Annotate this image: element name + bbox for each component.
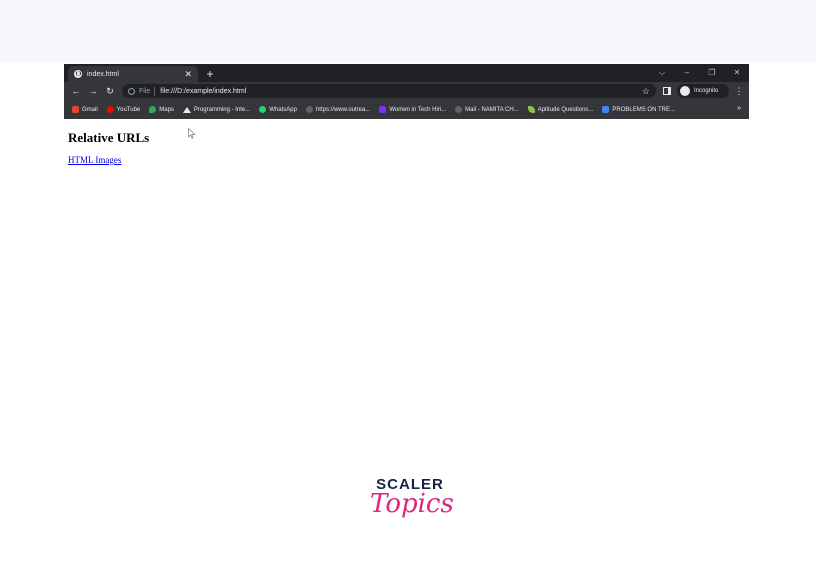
reload-button[interactable]: ↻ (103, 84, 117, 98)
globe-icon (455, 106, 463, 113)
incognito-label: Incognito (694, 88, 719, 94)
bookmark-gmail[interactable]: Gmail (72, 106, 98, 113)
url-text[interactable]: file:///D:/example/index.html (160, 88, 642, 95)
bookmark-label: Programming - Inte... (193, 106, 251, 113)
bookmark-women-in-tech[interactable]: Women in Tech Hiri... (379, 106, 446, 113)
bookmark-label: https://www.outrea... (315, 106, 371, 113)
scaler-topics-logo: SCALER Topics (370, 477, 454, 537)
bookmark-label: Women in Tech Hiri... (389, 106, 447, 113)
maps-icon (149, 106, 157, 113)
new-tab-button[interactable]: + (203, 67, 217, 81)
restore-button[interactable]: ❐ (702, 66, 722, 80)
forward-button[interactable]: → (86, 84, 100, 98)
bookmark-maps[interactable]: Maps (149, 106, 174, 113)
bookmark-label: PROBLEMS ON TRE... (612, 106, 675, 113)
incognito-icon (680, 86, 690, 96)
back-button[interactable]: ← (69, 84, 83, 98)
globe-icon (305, 106, 313, 113)
top-background-band (0, 0, 816, 62)
tab-search-button[interactable]: ⌵ (652, 66, 672, 80)
bookmark-label: Gmail (82, 106, 98, 113)
bookmark-aptitude[interactable]: Aptitude Questions... (527, 106, 594, 113)
html-images-link[interactable]: HTML Images (68, 155, 121, 165)
page-heading: Relative URLs (68, 130, 150, 145)
bookmark-whatsapp[interactable]: WhatsApp (259, 106, 297, 113)
women-in-tech-icon (379, 106, 387, 113)
bookmarks-bar: Gmail YouTube Maps Programming - Inte...… (64, 100, 749, 119)
bookmark-programming[interactable]: Programming - Inte... (182, 106, 251, 113)
side-panel-icon[interactable] (663, 87, 671, 95)
bookmark-label: YouTube (116, 106, 141, 113)
youtube-icon (106, 106, 114, 113)
whatsapp-icon (259, 106, 267, 113)
bookmark-label: Maps (159, 106, 174, 113)
bookmark-outreach[interactable]: https://www.outrea... (305, 106, 371, 113)
bookmark-youtube[interactable]: YouTube (106, 106, 141, 113)
minimize-button[interactable]: – (677, 66, 697, 80)
info-icon[interactable] (128, 87, 135, 95)
bookmark-mail[interactable]: Mail - NAMITA CH... (455, 106, 519, 113)
incognito-profile-button[interactable]: Incognito (677, 84, 729, 98)
address-bar[interactable]: File file:///D:/example/index.html ☆ (122, 84, 656, 98)
toolbar: ← → ↻ File file:///D:/example/index.html… (64, 82, 749, 100)
browser-window: index.html ✕ + ⌵ – ❐ ✕ ← → ↻ File file:/… (64, 64, 749, 119)
bookmark-label: Mail - NAMITA CH... (465, 106, 519, 113)
close-window-button[interactable]: ✕ (727, 66, 747, 80)
tab-close-icon[interactable]: ✕ (184, 69, 192, 79)
tab-index-html[interactable]: index.html ✕ (68, 66, 198, 82)
gmail-icon (72, 106, 79, 113)
document-icon (602, 106, 610, 113)
menu-icon[interactable]: ⋮ (734, 84, 744, 98)
mountain-icon (182, 106, 191, 113)
bookmarks-overflow-icon[interactable]: » (737, 105, 741, 112)
tab-title: index.html (87, 70, 119, 78)
scheme-label: File (139, 87, 151, 95)
globe-icon (74, 70, 82, 78)
tab-strip: index.html ✕ + ⌵ – ❐ ✕ (64, 64, 749, 82)
leaf-icon (527, 106, 535, 113)
star-icon[interactable]: ☆ (642, 86, 650, 97)
divider (154, 86, 156, 96)
bookmark-label: WhatsApp (269, 106, 297, 113)
bookmark-problems[interactable]: PROBLEMS ON TRE... (602, 106, 675, 113)
logo-topics-text: Topics (370, 489, 454, 519)
mouse-cursor-icon (188, 126, 196, 144)
bookmark-label: Aptitude Questions... (537, 106, 594, 113)
